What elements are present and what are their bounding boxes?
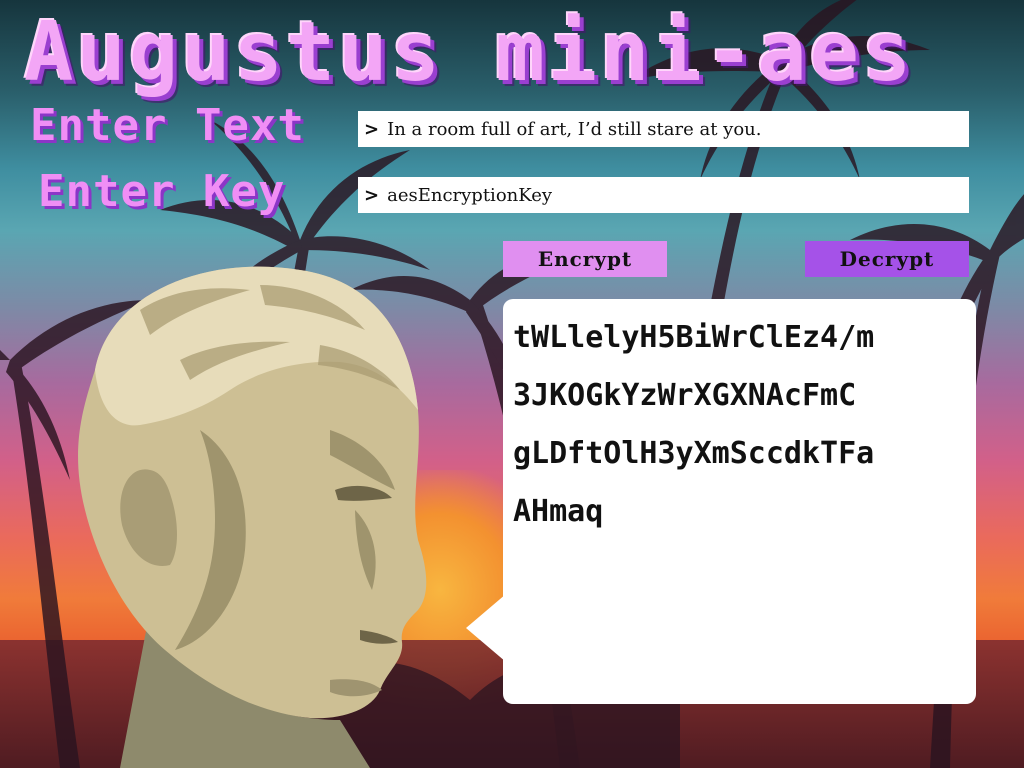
augustus-bust-image bbox=[78, 266, 427, 768]
decrypt-button[interactable]: Decrypt bbox=[805, 241, 969, 277]
speech-bubble-tail bbox=[466, 594, 506, 662]
plaintext-input[interactable] bbox=[387, 118, 969, 140]
enter-key-label: Enter Key bbox=[38, 166, 286, 217]
output-speech-bubble: tWLlelyH5BiWrClEz4/m 3JKOGkYzWrXGXNAcFmC… bbox=[503, 299, 976, 704]
output-line-1: tWLlelyH5BiWrClEz4/m bbox=[513, 320, 875, 355]
app-title: Augustus mini-aes bbox=[24, 5, 915, 100]
text-input-field[interactable]: > bbox=[358, 111, 969, 147]
key-input[interactable] bbox=[387, 184, 969, 206]
output-line-2: 3JKOGkYzWrXGXNAcFmC bbox=[513, 378, 857, 413]
output-line-3: gLDftOlH3yXmSccdkTFa bbox=[513, 436, 875, 471]
output-line-4: AHmaq bbox=[513, 494, 604, 529]
enter-text-label: Enter Text bbox=[30, 100, 305, 151]
prompt-chevron-icon: > bbox=[364, 184, 380, 206]
prompt-chevron-icon: > bbox=[364, 118, 380, 140]
encrypt-button[interactable]: Encrypt bbox=[503, 241, 667, 277]
key-input-field[interactable]: > bbox=[358, 177, 969, 213]
